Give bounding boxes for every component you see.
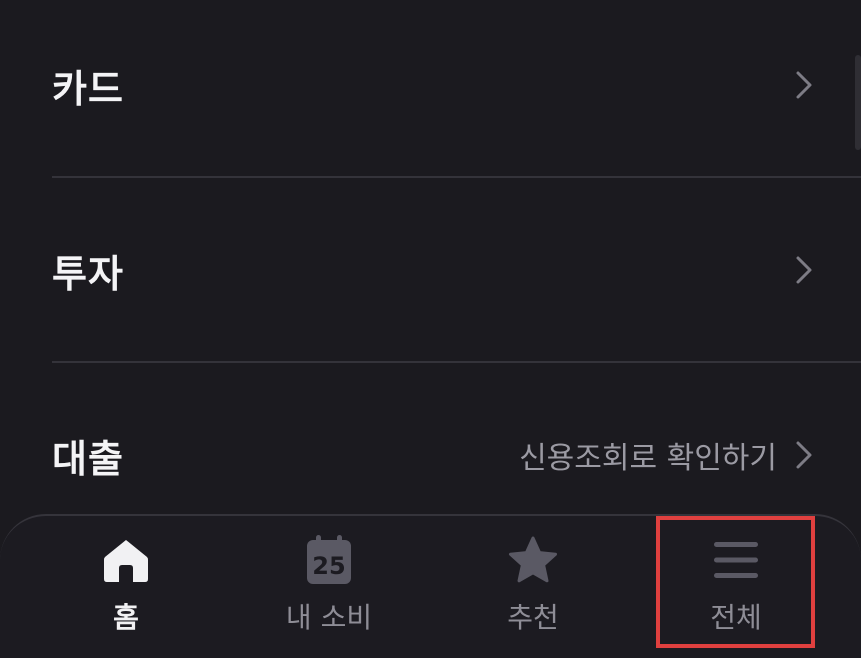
menu-item-right: 신용조회로 확인하기 (519, 433, 813, 477)
chevron-right-icon (796, 256, 812, 284)
loan-hint-text[interactable]: 신용조회로 확인하기 (519, 433, 777, 477)
scroll-indicator[interactable] (855, 55, 861, 150)
menu-item-card[interactable]: 카드 (52, 25, 813, 145)
tab-home[interactable]: 홈 (56, 534, 196, 644)
home-icon (100, 534, 152, 586)
divider (52, 176, 861, 178)
tab-my-spending[interactable]: 25 내 소비 (259, 534, 399, 644)
menu-item-invest[interactable]: 투자 (52, 210, 813, 330)
menu-item-loan[interactable]: 대출 신용조회로 확인하기 (52, 395, 813, 515)
tab-label: 전체 (710, 601, 762, 634)
menu-icon (710, 534, 762, 586)
tab-label: 추천 (507, 601, 559, 634)
tab-label: 내 소비 (285, 601, 373, 634)
menu-item-right (795, 255, 813, 285)
calendar-day-number: 25 (312, 552, 345, 580)
chevron-right-icon (796, 71, 812, 99)
tab-recommend[interactable]: 추천 (463, 534, 603, 644)
tab-all-menu[interactable]: 전체 (666, 534, 806, 644)
chevron-right-icon (796, 441, 812, 469)
menu-item-label: 대출 (52, 436, 124, 481)
menu-item-label: 투자 (52, 251, 124, 296)
star-icon (507, 534, 559, 586)
screen: 카드 투자 대출 신용조회로 확인하기 홈 25 내 소비 추천 전체 (0, 0, 861, 658)
divider (52, 361, 861, 363)
tab-label: 홈 (113, 601, 139, 634)
menu-item-label: 카드 (52, 66, 124, 111)
menu-item-right (795, 70, 813, 100)
calendar-icon: 25 (303, 534, 355, 586)
bottom-tab-bar: 홈 25 내 소비 추천 전체 (0, 514, 861, 658)
